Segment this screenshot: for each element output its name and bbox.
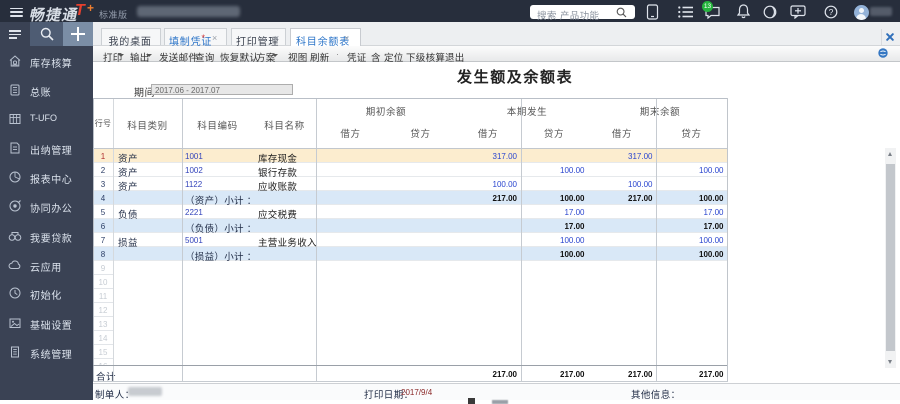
svg-text:?: ? [829, 7, 834, 17]
